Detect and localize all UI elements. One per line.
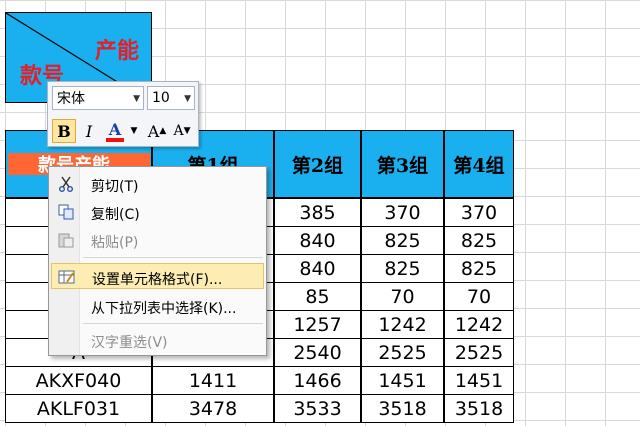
menu-item-label: 从下拉列表中选择(K)... bbox=[91, 301, 237, 317]
cell-c1[interactable]: 1411 bbox=[152, 366, 274, 395]
cell-c2[interactable]: 840 bbox=[274, 254, 361, 283]
cell-c4[interactable]: 370 bbox=[444, 198, 514, 227]
paste-icon bbox=[58, 233, 74, 248]
font-color-icon: A bbox=[108, 120, 122, 139]
grow-font-icon: A bbox=[147, 121, 160, 141]
cell-c3[interactable]: 1242 bbox=[361, 310, 444, 339]
bold-button[interactable]: B bbox=[52, 119, 76, 143]
font-size-combo[interactable]: 10 ▼ bbox=[147, 86, 195, 110]
corner-top-label: 产能 bbox=[94, 38, 139, 64]
menu-item-label: 粘贴(P) bbox=[91, 235, 139, 251]
cell-c3[interactable]: 825 bbox=[361, 226, 444, 255]
format-cells-icon bbox=[58, 270, 75, 284]
cell-c3[interactable]: 1451 bbox=[361, 366, 444, 395]
cell-c2[interactable]: 840 bbox=[274, 226, 361, 255]
font-color-button[interactable]: A bbox=[102, 119, 128, 143]
context-menu: 剪切(T) 复制(C) 粘贴(P) 设置单元格格式(F)... 从下拉列表中选择… bbox=[48, 166, 267, 356]
cell-c4[interactable]: 1242 bbox=[444, 310, 514, 339]
scissors-icon bbox=[59, 176, 73, 192]
chevron-down-icon: ▼ bbox=[184, 94, 191, 104]
copy-icon bbox=[58, 204, 74, 220]
menu-separator bbox=[83, 323, 263, 324]
chevron-down-icon: ▼ bbox=[133, 94, 140, 104]
cell-c2[interactable]: 85 bbox=[274, 282, 361, 311]
menu-separator bbox=[83, 257, 263, 258]
menu-item-label: 剪切(T) bbox=[91, 179, 139, 195]
cell-c4[interactable]: 1451 bbox=[444, 366, 514, 395]
font-name-combo[interactable]: 宋体 ▼ bbox=[52, 86, 144, 110]
header-group2[interactable]: 第2组 bbox=[274, 130, 361, 198]
cell-c3[interactable]: 825 bbox=[361, 254, 444, 283]
cell-code[interactable]: AKLF031 bbox=[5, 394, 152, 423]
cell-code[interactable]: AKXF040 bbox=[5, 366, 152, 395]
mini-toolbar: 宋体 ▼ 10 ▼ B I A ▼ A ▲ A ▼ bbox=[47, 81, 199, 147]
font-color-bar bbox=[106, 138, 124, 142]
cell-c3[interactable]: 370 bbox=[361, 198, 444, 227]
cell-c1[interactable]: 3478 bbox=[152, 394, 274, 423]
font-color-dropdown[interactable]: ▼ bbox=[128, 119, 140, 143]
cell-c2[interactable]: 2540 bbox=[274, 338, 361, 367]
cell-c3[interactable]: 70 bbox=[361, 282, 444, 311]
cell-c4[interactable]: 3518 bbox=[444, 394, 514, 423]
cell-c4[interactable]: 70 bbox=[444, 282, 514, 311]
header-group3[interactable]: 第3组 bbox=[361, 130, 444, 198]
menu-item-format-cells[interactable]: 设置单元格格式(F)... bbox=[51, 263, 264, 289]
cell-c3[interactable]: 3518 bbox=[361, 394, 444, 423]
cell-c4[interactable]: 2525 bbox=[444, 338, 514, 367]
menu-item-cut[interactable]: 剪切(T) bbox=[51, 171, 264, 197]
menu-item-paste[interactable]: 粘贴(P) bbox=[51, 227, 264, 253]
menu-item-pick-from-list[interactable]: 从下拉列表中选择(K)... bbox=[51, 293, 264, 319]
cell-c4[interactable]: 825 bbox=[444, 226, 514, 255]
cell-c2[interactable]: 385 bbox=[274, 198, 361, 227]
cell-c2[interactable]: 1257 bbox=[274, 310, 361, 339]
font-name-value: 宋体 bbox=[57, 91, 85, 107]
font-size-value: 10 bbox=[152, 90, 170, 106]
menu-item-copy[interactable]: 复制(C) bbox=[51, 199, 264, 225]
menu-item-label: 汉字重选(V) bbox=[91, 335, 168, 351]
menu-item-label: 复制(C) bbox=[91, 207, 140, 223]
header-group4[interactable]: 第4组 bbox=[444, 130, 514, 198]
shrink-font-icon: A bbox=[173, 123, 184, 139]
cell-c4[interactable]: 825 bbox=[444, 254, 514, 283]
menu-item-label: 设置单元格格式(F)... bbox=[92, 272, 223, 288]
grow-font-button[interactable]: A ▲ bbox=[145, 119, 169, 143]
cell-c2[interactable]: 3533 bbox=[274, 394, 361, 423]
cell-c3[interactable]: 2525 bbox=[361, 338, 444, 367]
shrink-font-button[interactable]: A ▼ bbox=[170, 119, 194, 143]
menu-item-reconvert[interactable]: 汉字重选(V) bbox=[51, 327, 264, 353]
italic-button[interactable]: I bbox=[78, 119, 100, 143]
cell-c2[interactable]: 1466 bbox=[274, 366, 361, 395]
